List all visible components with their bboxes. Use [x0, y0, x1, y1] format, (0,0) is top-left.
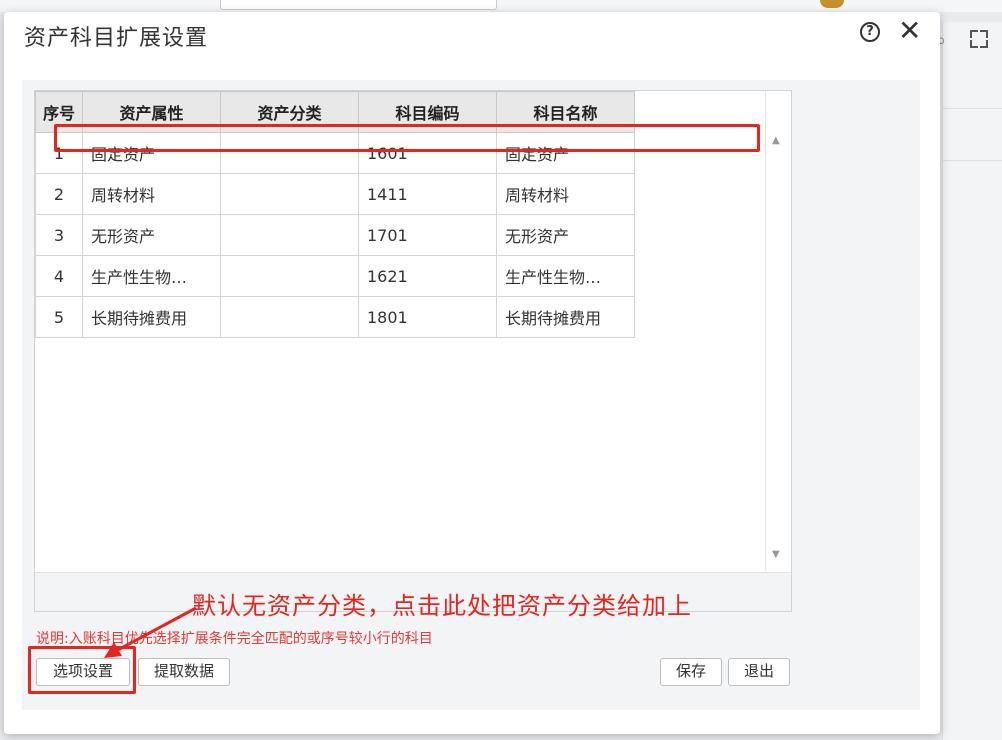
cell-seq: 5	[35, 296, 83, 338]
table-row[interactable]: 5 长期待摊费用 1801 长期待摊费用	[35, 296, 635, 338]
cell-asset-category[interactable]	[220, 214, 359, 256]
annotation-highlight-row	[54, 124, 760, 152]
cell-account-code[interactable]: 1801	[358, 296, 497, 338]
background-input-fragment	[220, 0, 497, 10]
background-panel	[942, 22, 1002, 740]
exit-button[interactable]: 退出	[728, 658, 790, 686]
asset-grid: 序号 资产属性 资产分类 科目编码 科目名称 1 固定资产 1601 固定资产	[34, 90, 792, 612]
annotation-text: 默认无资产分类，点击此处把资产分类给加上	[192, 592, 692, 620]
cell-asset-category[interactable]	[220, 173, 359, 215]
fetch-data-button[interactable]: 提取数据	[138, 658, 230, 686]
cell-seq: 3	[35, 214, 83, 256]
cell-asset-attribute[interactable]: 生产性生物…	[82, 255, 221, 297]
vertical-scrollbar[interactable]: ▲ ▼	[765, 91, 790, 571]
table-row[interactable]: 4 生产性生物… 1621 生产性生物…	[35, 255, 635, 297]
help-icon[interactable]: ?	[860, 22, 880, 42]
cell-account-name[interactable]: 无形资产	[496, 214, 635, 256]
table-row[interactable]: 2 周转材料 1411 周转材料	[35, 173, 635, 215]
dialog-title: 资产科目扩展设置	[24, 26, 209, 51]
fullscreen-icon[interactable]	[970, 30, 988, 48]
scroll-down-arrow-icon[interactable]: ▼	[772, 549, 780, 560]
annotation-arrow-icon	[104, 606, 197, 658]
cell-seq: 2	[35, 173, 83, 215]
scroll-up-arrow-icon[interactable]: ▲	[772, 135, 780, 146]
description-note: 说明:入账科目优先选择扩展条件完全匹配的或序号较小行的科目	[36, 631, 433, 647]
close-icon[interactable]: ✕	[898, 16, 921, 46]
background-topbar	[0, 0, 1002, 12]
cell-asset-category[interactable]	[220, 296, 359, 338]
cell-seq: 4	[35, 255, 83, 297]
cell-account-code[interactable]: 1701	[358, 214, 497, 256]
cell-account-name[interactable]: 长期待摊费用	[496, 296, 635, 338]
table-row[interactable]: 3 无形资产 1701 无形资产	[35, 214, 635, 256]
background-divider	[942, 160, 1002, 161]
cell-account-code[interactable]: 1411	[358, 173, 497, 215]
cell-asset-attribute[interactable]: 周转材料	[82, 173, 221, 215]
save-button[interactable]: 保存	[660, 658, 722, 686]
background-divider	[942, 108, 1002, 109]
cell-asset-category[interactable]	[220, 255, 359, 297]
cell-account-name[interactable]: 生产性生物…	[496, 255, 635, 297]
cell-asset-attribute[interactable]: 长期待摊费用	[82, 296, 221, 338]
cell-asset-attribute[interactable]: 无形资产	[82, 214, 221, 256]
cell-account-name[interactable]: 周转材料	[496, 173, 635, 215]
cell-account-code[interactable]: 1621	[358, 255, 497, 297]
